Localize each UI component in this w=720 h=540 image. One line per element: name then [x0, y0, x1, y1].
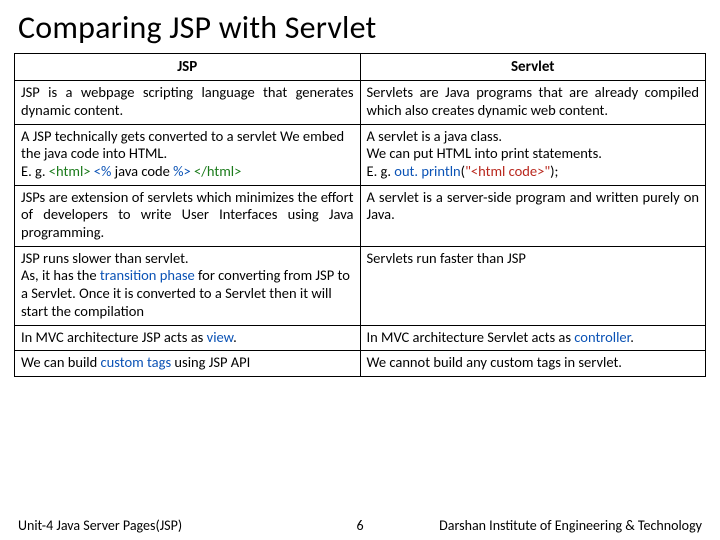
table-row: JSP runs slower than servlet.As, it has …	[15, 246, 706, 325]
table-row: JSP is a webpage scripting language that…	[15, 81, 706, 124]
cell-line: E. g. out. println("<html code>");	[367, 163, 700, 181]
cell-line: JSP is a webpage scripting language that…	[21, 84, 354, 119]
cell-jsp: In MVC architecture JSP acts as view.	[15, 325, 361, 351]
cell-jsp: JSP runs slower than servlet.As, it has …	[15, 246, 361, 325]
cell-servlet: In MVC architecture Servlet acts as cont…	[360, 325, 706, 351]
cell-jsp: A JSP technically gets converted to a se…	[15, 124, 361, 185]
cell-line: We cannot build any custom tags in servl…	[367, 354, 700, 372]
cell-line: Servlets run faster than JSP	[367, 250, 700, 268]
table-row: JSPs are extension of servlets which min…	[15, 185, 706, 246]
header-servlet: Servlet	[360, 54, 706, 81]
cell-servlet: A servlet is a server-side program and w…	[360, 185, 706, 246]
cell-jsp: We can build custom tags using JSP API	[15, 351, 361, 377]
cell-servlet: Servlets run faster than JSP	[360, 246, 706, 325]
cell-line: We can build custom tags using JSP API	[21, 354, 354, 372]
cell-jsp: JSP is a webpage scripting language that…	[15, 81, 361, 124]
comparison-table-wrap: JSP Servlet JSP is a webpage scripting l…	[0, 53, 720, 377]
table-row: In MVC architecture JSP acts as view. In …	[15, 325, 706, 351]
footer: Unit-4 Java Server Pages(JSP) 6 Darshan …	[0, 517, 720, 534]
footer-unit: Unit-4 Java Server Pages(JSP)	[18, 517, 182, 534]
cell-line: JSPs are extension of servlets which min…	[21, 189, 354, 242]
footer-institute: Darshan Institute of Engineering & Techn…	[439, 517, 702, 534]
table-header-row: JSP Servlet	[15, 54, 706, 81]
cell-line: E. g. <html> <% java code %> </html>	[21, 163, 354, 181]
cell-line: A servlet is a java class.	[367, 128, 700, 146]
cell-servlet: We cannot build any custom tags in servl…	[360, 351, 706, 377]
header-jsp: JSP	[15, 54, 361, 81]
comparison-table: JSP Servlet JSP is a webpage scripting l…	[14, 53, 706, 377]
table-body: JSP is a webpage scripting language that…	[15, 81, 706, 377]
cell-servlet: A servlet is a java class.We can put HTM…	[360, 124, 706, 185]
cell-jsp: JSPs are extension of servlets which min…	[15, 185, 361, 246]
cell-line: As, it has the transition phase for conv…	[21, 267, 354, 320]
cell-line: In MVC architecture JSP acts as view.	[21, 329, 354, 347]
table-row: A JSP technically gets converted to a se…	[15, 124, 706, 185]
slide-number: 6	[356, 517, 363, 534]
cell-servlet: Servlets are Java programs that are alre…	[360, 81, 706, 124]
cell-line: In MVC architecture Servlet acts as cont…	[367, 329, 700, 347]
cell-line: Servlets are Java programs that are alre…	[367, 84, 700, 119]
cell-line: We can put HTML into print statements.	[367, 145, 700, 163]
cell-line: A JSP technically gets converted to a se…	[21, 128, 354, 163]
cell-line: A servlet is a server-side program and w…	[367, 189, 700, 224]
table-row: We can build custom tags using JSP API We…	[15, 351, 706, 377]
cell-line: JSP runs slower than servlet.	[21, 250, 354, 268]
slide-title: Comparing JSP with Servlet	[0, 0, 720, 53]
